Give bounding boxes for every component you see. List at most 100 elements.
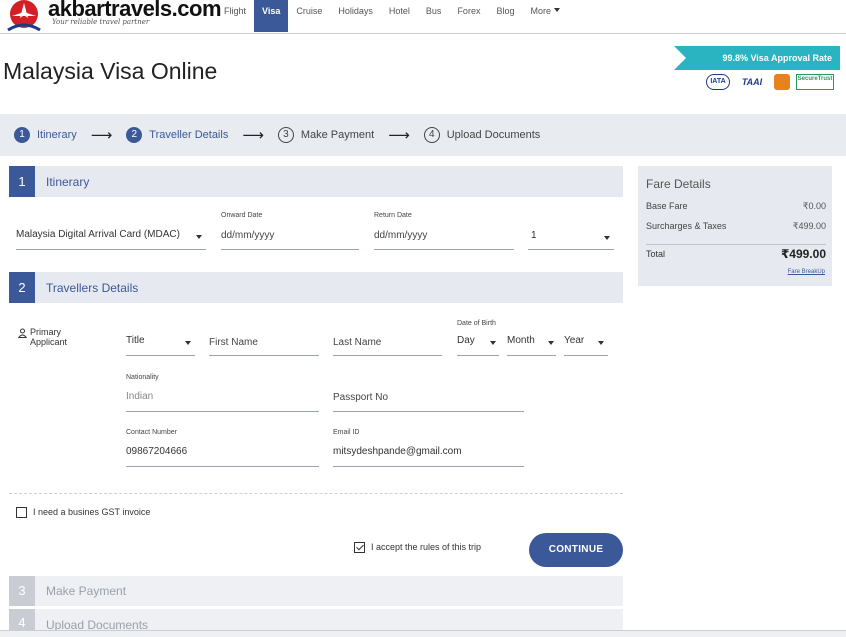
- total-amount: ₹499.00: [780, 247, 826, 261]
- payment-section-header[interactable]: 3 Make Payment: [9, 576, 623, 606]
- travellers-section-header[interactable]: 2 Travellers Details: [9, 272, 623, 303]
- nav-blog[interactable]: Blog: [488, 0, 522, 32]
- section-number: 3: [9, 576, 35, 606]
- dob-year-select[interactable]: Year: [564, 330, 608, 356]
- onward-date-label: Onward Date: [221, 212, 263, 219]
- dob-year-value: Year: [564, 335, 585, 346]
- step-upload-documents[interactable]: 4 Upload Documents: [423, 127, 541, 143]
- progress-stepper: 1 Itinerary ⟶ 2 Traveller Details ⟶ 3 Ma…: [0, 114, 846, 156]
- dob-month-value: Month: [507, 335, 535, 346]
- gst-checkbox[interactable]: [16, 507, 27, 518]
- caret-down-icon: [196, 235, 202, 239]
- accept-rules-checkbox[interactable]: [354, 542, 365, 553]
- surcharges-row: Surcharges & Taxes ₹499.00: [646, 221, 826, 231]
- accept-rules-label: I accept the rules of this trip: [371, 542, 482, 552]
- step-label: Itinerary: [37, 129, 77, 141]
- primary-applicant-label: Primary: [30, 327, 61, 337]
- arrow-right-icon: ⟶: [242, 127, 264, 144]
- title-value: Title: [126, 335, 145, 346]
- return-date-label: Return Date: [374, 212, 412, 219]
- gst-label: I need a busines GST invoice: [33, 507, 151, 517]
- shield-badge-icon: [774, 74, 790, 90]
- main-nav: Flight Visa Cruise Holidays Hotel Bus Fo…: [216, 0, 568, 32]
- fare-title: Fare Details: [646, 177, 711, 191]
- itinerary-section-header[interactable]: 1 Itinerary: [9, 166, 623, 197]
- email-input[interactable]: mitsydeshpande@gmail.com: [333, 441, 524, 467]
- arrow-right-icon: ⟶: [388, 127, 410, 144]
- traveller-count-value: 1: [531, 230, 537, 241]
- nationality-value: Indian: [126, 391, 154, 402]
- base-fare-amount: ₹0.00: [802, 201, 826, 211]
- primary-applicant-label-2: Applicant: [30, 337, 68, 347]
- first-name-input[interactable]: First Name: [209, 330, 319, 356]
- total-row: Total ₹499.00: [646, 247, 826, 261]
- nationality-input[interactable]: Indian: [126, 386, 319, 412]
- iata-badge-icon: IATA: [706, 74, 730, 90]
- step-number: 4: [423, 127, 440, 143]
- nav-more[interactable]: More: [522, 0, 568, 32]
- total-label: Total: [646, 249, 666, 259]
- step-number: 1: [14, 127, 30, 143]
- continue-button[interactable]: CONTINUE: [529, 533, 623, 567]
- step-make-payment[interactable]: 3 Make Payment: [277, 127, 374, 143]
- section-divider: [9, 493, 623, 494]
- plane-logo-icon: [7, 0, 41, 32]
- taai-badge-icon: TAAI: [741, 77, 763, 87]
- section-title: Travellers Details: [46, 280, 139, 295]
- fare-details-card: Fare Details Base Fare ₹0.00 Surcharges …: [638, 166, 832, 286]
- email-label: Email ID: [333, 429, 360, 436]
- nav-flight[interactable]: Flight: [216, 0, 254, 32]
- caret-down-icon: [598, 341, 604, 345]
- section-title: Make Payment: [46, 584, 127, 598]
- nationality-label: Nationality: [126, 374, 159, 381]
- step-number: 2: [126, 127, 143, 143]
- top-navbar: akbartravels.com Your reliable travel pa…: [0, 0, 846, 34]
- step-label: Traveller Details: [149, 129, 229, 141]
- approval-rate-banner: 99.8% Visa Approval Rate: [674, 46, 840, 70]
- passport-input[interactable]: Passport No: [333, 386, 524, 412]
- last-name-input[interactable]: Last Name: [333, 330, 442, 356]
- traveller-count-select[interactable]: 1: [528, 224, 614, 250]
- onward-date-value: dd/mm/yyyy: [221, 230, 275, 241]
- step-traveller-details[interactable]: 2 Traveller Details: [126, 127, 228, 143]
- caret-down-icon: [553, 8, 560, 12]
- visa-type-value: Malaysia Digital Arrival Card (MDAC): [16, 229, 180, 240]
- return-date-value: dd/mm/yyyy: [374, 230, 428, 241]
- securetrust-badge-icon: SecureTrust: [796, 74, 834, 90]
- section-number: 2: [9, 272, 35, 303]
- nav-bus[interactable]: Bus: [418, 0, 450, 32]
- caret-down-icon: [548, 341, 554, 345]
- caret-down-icon: [185, 341, 191, 345]
- last-name-placeholder: Last Name: [333, 337, 382, 348]
- title-select[interactable]: Title: [126, 330, 195, 356]
- nav-forex[interactable]: Forex: [449, 0, 488, 32]
- onward-date-input[interactable]: dd/mm/yyyy: [221, 224, 359, 250]
- dob-day-value: Day: [457, 335, 475, 346]
- base-fare-label: Base Fare: [646, 201, 688, 211]
- caret-down-icon: [604, 236, 610, 240]
- step-itinerary[interactable]: 1 Itinerary: [14, 127, 77, 143]
- nav-more-label: More: [530, 6, 551, 16]
- nav-cruise[interactable]: Cruise: [288, 0, 330, 32]
- dob-day-select[interactable]: Day: [457, 330, 499, 356]
- bottom-scroll-edge: [0, 630, 846, 637]
- first-name-placeholder: First Name: [209, 337, 258, 348]
- page-title: Malaysia Visa Online: [3, 58, 218, 84]
- fare-breakup-link[interactable]: Fare BreakUp: [788, 269, 825, 275]
- visa-type-select[interactable]: Malaysia Digital Arrival Card (MDAC): [16, 224, 206, 250]
- nav-visa[interactable]: Visa: [254, 0, 289, 32]
- step-label: Upload Documents: [446, 129, 541, 141]
- nav-holidays[interactable]: Holidays: [330, 0, 381, 32]
- surcharges-amount: ₹499.00: [792, 221, 826, 231]
- step-number: 3: [277, 127, 294, 143]
- nav-hotel[interactable]: Hotel: [381, 0, 418, 32]
- base-fare-row: Base Fare ₹0.00: [646, 201, 826, 211]
- logo-tagline: Your reliable travel partner: [52, 18, 150, 26]
- section-number: 1: [9, 166, 35, 197]
- akbar-logo[interactable]: akbartravels.com Your reliable travel pa…: [4, 0, 222, 32]
- fare-divider: [646, 244, 826, 245]
- contact-number-input[interactable]: 09867204666: [126, 441, 319, 467]
- contact-number-value: 09867204666: [126, 446, 188, 457]
- return-date-input[interactable]: dd/mm/yyyy: [374, 224, 514, 250]
- dob-month-select[interactable]: Month: [507, 330, 556, 356]
